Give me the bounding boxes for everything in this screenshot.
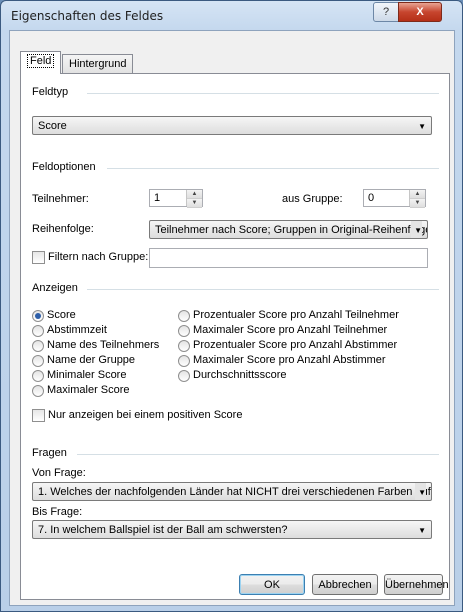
feldoptionen-group-label: Feldoptionen xyxy=(32,161,96,173)
chevron-down-icon: ▼ xyxy=(418,526,426,535)
filter-label: Filtern nach Gruppe: xyxy=(48,251,149,263)
spin-down-icon[interactable]: ▼ xyxy=(187,199,202,208)
radio-max-teilnehmer-label: Maximaler Score pro Anzahl Teilnehmer xyxy=(193,324,388,336)
help-button[interactable]: ? xyxy=(373,2,399,22)
feldtyp-value: Score xyxy=(38,120,67,132)
teilnehmer-stepper[interactable]: 1 ▲ ▼ xyxy=(149,189,203,208)
radio-max-abstimmer[interactable] xyxy=(178,355,190,367)
von-frage-select[interactable]: 1. Welches der nachfolgenden Länder hat … xyxy=(32,482,432,501)
divider xyxy=(77,454,439,455)
aus-gruppe-label: aus Gruppe: xyxy=(282,193,343,205)
anzeigen-group-label: Anzeigen xyxy=(32,282,78,294)
spin-down-icon[interactable]: ▼ xyxy=(410,199,425,208)
apply-button[interactable]: Übernehmen xyxy=(384,574,449,595)
filter-input[interactable] xyxy=(149,248,428,268)
radio-maximaler-score-label: Maximaler Score xyxy=(47,384,130,396)
spin-up-icon[interactable]: ▲ xyxy=(410,190,425,199)
reihenfolge-label: Reihenfolge: xyxy=(32,223,94,235)
feldtyp-select[interactable]: Score ▼ xyxy=(32,116,432,135)
radio-durchschnitt[interactable] xyxy=(178,370,190,382)
teilnehmer-value: 1 xyxy=(154,192,161,204)
radio-minimaler-score-label: Minimaler Score xyxy=(47,369,127,381)
positive-score-label: Nur anzeigen bei einem positiven Score xyxy=(48,409,243,421)
radio-prozent-abstimmer-label: Prozentualer Score pro Anzahl Abstimmer xyxy=(193,339,398,351)
radio-max-teilnehmer[interactable] xyxy=(178,325,190,337)
bis-frage-label: Bis Frage: xyxy=(32,506,83,518)
teilnehmer-label: Teilnehmer: xyxy=(32,193,89,205)
radio-name-teilnehmer-label: Name des Teilnehmers xyxy=(47,339,160,351)
filter-checkbox[interactable] xyxy=(32,251,45,264)
aus-gruppe-stepper[interactable]: 0 ▲ ▼ xyxy=(363,189,426,208)
chevron-down-icon: ▼ xyxy=(411,221,422,238)
tab-panel: Feldtyp Score ▼ Feldoptionen Teilnehmer:… xyxy=(20,73,450,600)
chevron-down-icon: ▼ xyxy=(415,483,426,500)
dialog-window: Eigenschaften des Feldes ? X Feld Hinter… xyxy=(0,0,463,612)
chevron-down-icon: ▼ xyxy=(418,122,426,131)
von-frage-label: Von Frage: xyxy=(32,467,86,479)
feldtyp-group-label: Feldtyp xyxy=(32,86,69,98)
reihenfolge-value: Teilnehmer nach Score; Gruppen in Origin… xyxy=(155,224,428,236)
tab-hintergrund[interactable]: Hintergrund xyxy=(62,54,134,73)
radio-abstimmzeit-label: Abstimmzeit xyxy=(47,324,107,336)
window-title: Eigenschaften des Feldes xyxy=(11,9,164,23)
radio-score-label: Score xyxy=(47,309,76,321)
radio-maximaler-score[interactable] xyxy=(32,385,44,397)
radio-abstimmzeit[interactable] xyxy=(32,325,44,337)
divider xyxy=(87,93,439,94)
stepper-buttons: ▲ ▼ xyxy=(409,190,425,208)
bis-frage-value: 7. In welchem Ballspiel ist der Ball am … xyxy=(38,524,288,536)
reihenfolge-select[interactable]: Teilnehmer nach Score; Gruppen in Origin… xyxy=(149,220,428,239)
von-frage-value: 1. Welches der nachfolgenden Länder hat … xyxy=(38,486,431,498)
dialog-client: Feld Hintergrund Feldtyp Score ▼ Feldopt… xyxy=(9,30,455,606)
close-button[interactable]: X xyxy=(398,2,442,22)
radio-name-teilnehmer[interactable] xyxy=(32,340,44,352)
radio-durchschnitt-label: Durchschnittsscore xyxy=(193,369,287,381)
bis-frage-select[interactable]: 7. In welchem Ballspiel ist der Ball am … xyxy=(32,520,432,539)
title-bar[interactable]: Eigenschaften des Feldes ? X xyxy=(1,1,462,31)
radio-minimaler-score[interactable] xyxy=(32,370,44,382)
cancel-button[interactable]: Abbrechen xyxy=(312,574,378,595)
radio-prozent-teilnehmer[interactable] xyxy=(178,310,190,322)
radio-prozent-abstimmer[interactable] xyxy=(178,340,190,352)
ok-button[interactable]: OK xyxy=(239,574,305,595)
radio-max-abstimmer-label: Maximaler Score pro Anzahl Abstimmer xyxy=(193,354,386,366)
aus-gruppe-value: 0 xyxy=(368,192,375,204)
radio-name-gruppe-label: Name der Gruppe xyxy=(47,354,136,366)
divider xyxy=(87,289,439,290)
fragen-group-label: Fragen xyxy=(32,447,67,459)
radio-score[interactable] xyxy=(32,310,44,322)
positive-score-checkbox[interactable] xyxy=(32,409,45,422)
divider xyxy=(107,168,439,169)
radio-prozent-teilnehmer-label: Prozentualer Score pro Anzahl Teilnehmer xyxy=(193,309,399,321)
stepper-buttons: ▲ ▼ xyxy=(186,190,202,208)
radio-name-gruppe[interactable] xyxy=(32,355,44,367)
spin-up-icon[interactable]: ▲ xyxy=(187,190,202,199)
tab-feld[interactable]: Feld xyxy=(20,51,62,74)
